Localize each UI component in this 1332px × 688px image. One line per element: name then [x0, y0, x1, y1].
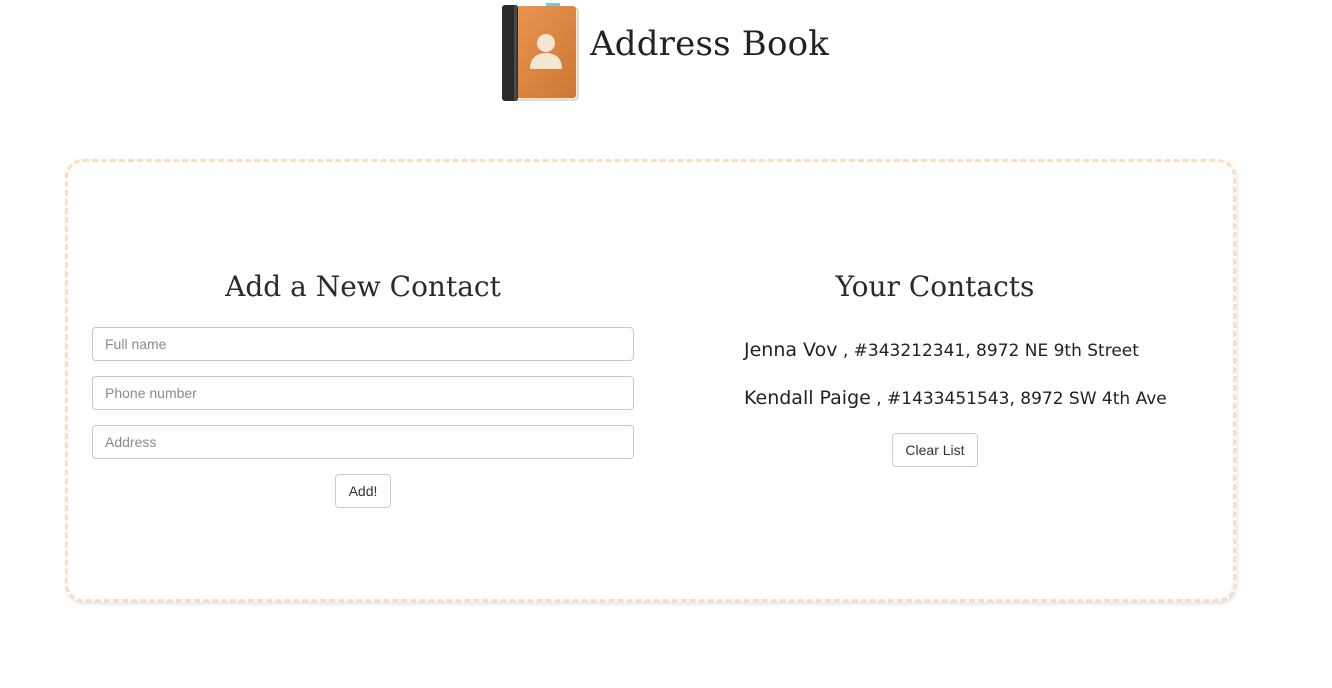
address-input[interactable] [92, 425, 634, 459]
contact-details: , #1433451543, 8972 SW 4th Ave [870, 389, 1167, 409]
contacts-heading: Your Contacts [835, 270, 1035, 303]
contact-item: Kendall Paige , #1433451543, 8972 SW 4th… [744, 387, 1167, 409]
contact-name: Jenna Vov [744, 339, 838, 361]
full-name-input[interactable] [92, 327, 634, 361]
app-title: Address Book [590, 24, 830, 64]
add-contact-button[interactable]: Add! [335, 474, 391, 508]
clear-list-button[interactable]: Clear List [892, 433, 978, 467]
add-contact-heading: Add a New Contact [225, 270, 501, 303]
phone-number-input[interactable] [92, 376, 634, 410]
address-book-icon [502, 3, 579, 101]
contact-item: Jenna Vov , #343212341, 8972 NE 9th Stre… [744, 339, 1139, 361]
app-header: Address Book [0, 0, 1332, 110]
contact-name: Kendall Paige [744, 387, 871, 409]
contact-details: , #343212341, 8972 NE 9th Street [837, 341, 1139, 361]
